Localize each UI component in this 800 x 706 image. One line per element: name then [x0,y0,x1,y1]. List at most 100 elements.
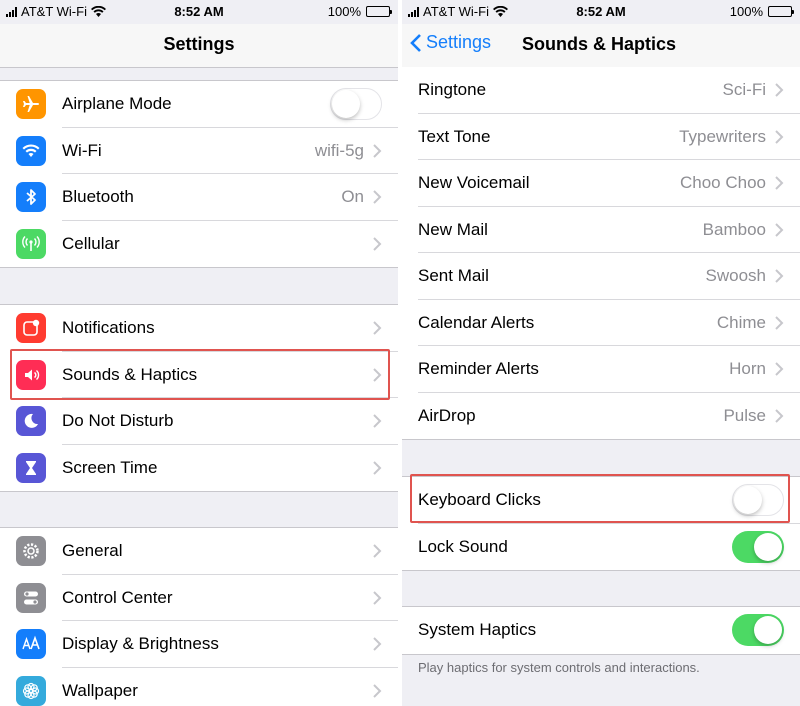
tone-row-ringtone[interactable]: Ringtone Sci-Fi [402,67,800,114]
tone-row-sent-mail[interactable]: Sent Mail Swoosh [402,253,800,300]
settings-row-sounds-haptics[interactable]: Sounds & Haptics [0,352,398,399]
settings-group-connectivity: Airplane Mode Wi-Fi wifi-5g Bluetooth On [0,80,398,268]
settings-row-wallpaper[interactable]: Wallpaper [0,668,398,706]
screenshot-composite: AT&T Wi-Fi 8:52 AM 100% Settings Airplan… [0,0,800,706]
tone-row-calendar-alerts[interactable]: Calendar Alerts Chime [402,300,800,347]
row-label: AirDrop [418,405,476,425]
haptics-group: System Haptics [402,606,800,655]
settings-row-control-center[interactable]: Control Center [0,575,398,622]
tone-row-new-mail[interactable]: New Mail Bamboo [402,207,800,254]
battery-icon [768,6,794,17]
hourglass-icon [16,452,46,483]
settings-row-bluetooth[interactable]: Bluetooth On [0,174,398,221]
row-label: Display & Brightness [62,634,219,654]
sounds-haptics-screen: AT&T Wi-Fi 8:52 AM 100% Settings Sounds … [402,0,800,706]
row-label: Cellular [62,233,120,253]
row-label: Notifications [62,318,155,338]
row-label: Airplane Mode [62,94,172,114]
row-label: Bluetooth [62,187,134,207]
row-value: Horn [729,359,766,379]
chevron-right-icon [373,684,382,698]
notifications-icon [16,313,46,344]
settings-row-airplane-mode[interactable]: Airplane Mode [0,81,398,128]
chevron-right-icon [373,414,382,428]
settings-row-cellular[interactable]: Cellular [0,221,398,268]
chevron-right-icon [373,190,382,204]
row-value: Chime [716,312,766,332]
row-label: Wi-Fi [62,140,102,160]
row-value: On [341,187,364,207]
keyboard-lock-group: Keyboard Clicks Lock Sound [402,476,800,571]
row-label: New Mail [418,219,488,239]
row-label: Text Tone [418,126,491,146]
settings-row-display-brightness[interactable]: Display & Brightness [0,621,398,668]
row-keyboard-clicks: Keyboard Clicks [402,477,800,524]
page-title: Sounds & Haptics [522,34,677,54]
tone-row-reminder-alerts[interactable]: Reminder Alerts Horn [402,346,800,393]
settings-row-general[interactable]: General [0,528,398,575]
chevron-right-icon [775,269,784,283]
gear-icon [16,536,46,567]
keyboard-clicks-toggle[interactable] [732,484,784,517]
battery-icon [366,6,392,17]
settings-row-screen-time[interactable]: Screen Time [0,445,398,492]
row-value: Typewriters [679,126,766,146]
row-label: Sent Mail [418,266,489,286]
row-label: Sounds & Haptics [62,364,198,384]
settings-screen: AT&T Wi-Fi 8:52 AM 100% Settings Airplan… [0,0,398,706]
chevron-right-icon [775,362,784,376]
battery-info: 100% [729,4,794,19]
flower-icon [16,675,46,706]
settings-row-wifi[interactable]: Wi-Fi wifi-5g [0,128,398,175]
row-value: Bamboo [702,219,766,239]
settings-row-do-not-disturb[interactable]: Do Not Disturb [0,398,398,445]
row-label: Calendar Alerts [418,312,535,332]
chevron-right-icon [373,321,382,335]
airplane-icon [16,89,46,120]
text-size-icon [16,629,46,660]
tone-row-airdrop[interactable]: AirDrop Pulse [402,393,800,440]
chevron-right-icon [373,591,382,605]
row-label: Ringtone [418,80,487,100]
settings-row-notifications[interactable]: Notifications [0,305,398,352]
cellular-icon [16,228,46,259]
battery-percent: 100% [327,4,361,19]
battery-percent: 100% [729,4,763,19]
system-haptics-toggle[interactable] [732,614,784,647]
chevron-right-icon [373,544,382,558]
nav-bar: Settings Sounds & Haptics [402,24,800,68]
row-system-haptics: System Haptics [402,607,800,654]
moon-icon [16,406,46,437]
row-label: Lock Sound [418,536,508,556]
row-label: Wallpaper [62,680,138,700]
chevron-right-icon [775,176,784,190]
switches-icon [16,582,46,613]
row-label: Reminder Alerts [418,359,539,379]
battery-info: 100% [327,4,392,19]
chevron-right-icon [775,223,784,237]
tone-row-text-tone[interactable]: Text Tone Typewriters [402,114,800,161]
row-label: General [62,541,123,561]
row-label: Control Center [62,587,173,607]
chevron-right-icon [373,144,382,158]
chevron-right-icon [373,461,382,475]
row-value: Pulse [723,405,766,425]
chevron-right-icon [775,83,784,97]
speaker-icon [16,359,46,390]
row-label: New Voicemail [418,173,530,193]
row-lock-sound: Lock Sound [402,524,800,571]
chevron-right-icon [775,409,784,423]
settings-group-notifications: Notifications Sounds & Haptics Do Not Di… [0,304,398,492]
nav-bar: Settings [0,24,398,68]
chevron-right-icon [775,130,784,144]
tones-group: Ringtone Sci-Fi Text Tone Typewriters Ne… [402,67,800,440]
row-label: Keyboard Clicks [418,490,541,510]
chevron-right-icon [775,316,784,330]
wifi-icon [16,135,46,166]
row-value: wifi-5g [314,140,364,160]
lock-sound-toggle[interactable] [732,530,784,563]
airplane-mode-toggle[interactable] [330,88,382,121]
row-value: Choo Choo [679,173,766,193]
row-value: Swoosh [705,266,766,286]
tone-row-new-voicemail[interactable]: New Voicemail Choo Choo [402,160,800,207]
